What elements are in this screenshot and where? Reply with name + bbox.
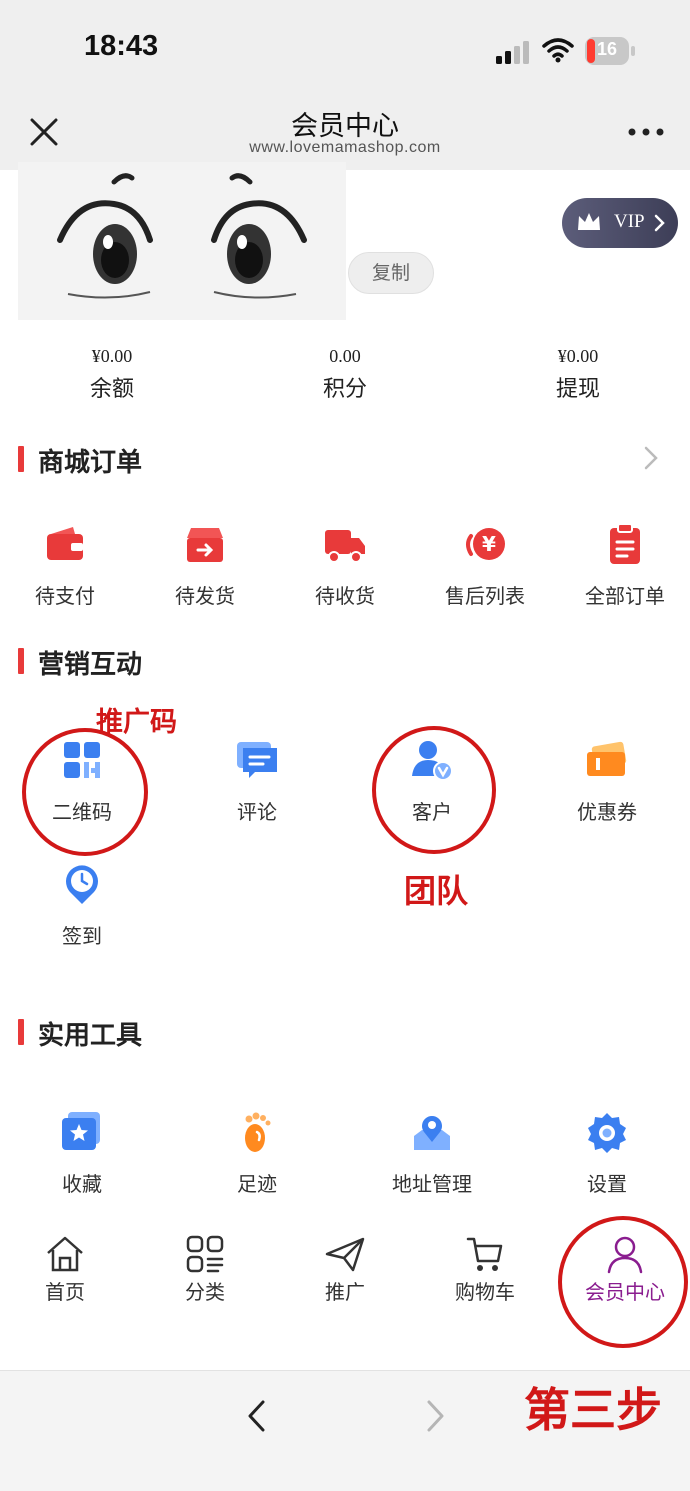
status-time: 18:43 xyxy=(84,30,159,62)
forward-icon[interactable] xyxy=(424,1399,446,1433)
chevron-right-icon xyxy=(654,214,665,232)
address-icon xyxy=(414,1116,450,1150)
page-title: 会员中心 xyxy=(291,111,399,142)
grid-label: 地址管理 xyxy=(392,1172,472,1196)
stat-label: 积分 xyxy=(322,377,367,402)
section-title-text: 实用工具 xyxy=(38,1021,143,1051)
order-after-sales[interactable]: ¥ 售后列表 xyxy=(425,522,545,609)
annotation-circle-member xyxy=(558,1216,688,1348)
vip-label: VIP xyxy=(614,211,645,232)
grid-label: 全部订单 xyxy=(585,584,665,608)
order-pending-shipment[interactable]: 待发货 xyxy=(145,522,265,609)
section-accent-bar xyxy=(18,446,24,472)
battery-icon: 16 xyxy=(585,37,635,65)
stat-withdraw[interactable]: ¥0.00 提现 xyxy=(498,346,658,403)
chevron-right-icon[interactable] xyxy=(642,444,660,472)
cart-icon xyxy=(466,1237,503,1271)
annotation-step-label: 第三步 xyxy=(524,1383,662,1437)
tool-address[interactable]: 地址管理 xyxy=(372,1110,492,1197)
box-icon xyxy=(187,528,223,562)
order-all[interactable]: 全部订单 xyxy=(565,522,685,609)
truck-icon xyxy=(325,530,365,563)
marketing-coupon[interactable]: 优惠券 xyxy=(547,738,667,825)
footprint-icon xyxy=(245,1112,271,1152)
clipboard-icon xyxy=(610,523,640,564)
stat-balance[interactable]: ¥0.00 余额 xyxy=(32,346,192,403)
grid-label: 评论 xyxy=(237,800,277,824)
grid-label: 售后列表 xyxy=(445,584,525,608)
tab-category[interactable]: 分类 xyxy=(150,1226,260,1305)
crown-icon xyxy=(578,213,600,230)
category-icon xyxy=(186,1235,224,1273)
coupon-icon xyxy=(587,741,627,776)
section-accent-bar xyxy=(18,1019,24,1045)
annotation-qr-label: 推广码 xyxy=(96,707,177,738)
stat-value: ¥0.00 xyxy=(557,346,599,366)
annotation-circle-customer xyxy=(372,726,496,854)
status-bar: 18:43 16 xyxy=(0,0,690,100)
page-url: www.lovemamashop.com xyxy=(249,139,441,156)
marketing-check-in[interactable]: 签到 xyxy=(22,862,142,949)
stat-value: ¥0.00 xyxy=(91,346,133,366)
tab-home[interactable]: 首页 xyxy=(10,1226,120,1305)
wallet-icon xyxy=(47,527,83,560)
vip-badge[interactable]: VIP xyxy=(562,198,678,248)
grid-label: 收藏 xyxy=(62,1172,102,1196)
tab-promote[interactable]: 推广 xyxy=(290,1226,400,1305)
nav-bar: 会员中心 www.lovemamashop.com xyxy=(0,100,690,170)
cell-signal-icon xyxy=(496,41,529,64)
tab-cart[interactable]: 购物车 xyxy=(430,1226,540,1305)
stat-label: 余额 xyxy=(89,377,134,402)
tool-settings[interactable]: 设置 xyxy=(547,1110,667,1197)
order-pending-payment[interactable]: 待支付 xyxy=(5,522,125,609)
refund-icon: ¥ xyxy=(466,528,505,560)
section-title-text: 营销互动 xyxy=(38,650,143,680)
stat-points[interactable]: 0.00 积分 xyxy=(265,346,425,403)
tool-favorite[interactable]: 收藏 xyxy=(22,1110,142,1197)
svg-text:¥: ¥ xyxy=(482,532,496,556)
more-icon[interactable] xyxy=(626,122,666,142)
section-title-text: 商城订单 xyxy=(38,448,143,478)
annotation-customer-label: 团队 xyxy=(404,872,469,910)
copy-button[interactable]: 复制 xyxy=(348,252,434,294)
marketing-comment[interactable]: 评论 xyxy=(197,738,317,825)
annotation-circle-qr xyxy=(22,728,148,856)
order-pending-receipt[interactable]: 待收货 xyxy=(285,522,405,609)
avatar[interactable] xyxy=(18,162,346,320)
grid-label: 待支付 xyxy=(35,584,95,608)
paper-plane-icon xyxy=(325,1237,365,1272)
grid-label: 待收货 xyxy=(315,584,375,608)
tab-label: 首页 xyxy=(45,1280,85,1304)
comment-icon xyxy=(237,742,277,778)
grid-label: 签到 xyxy=(62,924,102,948)
stat-value: 0.00 xyxy=(329,346,361,366)
favorite-icon xyxy=(62,1112,100,1150)
grid-label: 足迹 xyxy=(237,1172,277,1196)
tool-footprint[interactable]: 足迹 xyxy=(197,1110,317,1197)
wifi-icon xyxy=(542,38,574,63)
grid-label: 优惠券 xyxy=(577,800,637,824)
stat-label: 提现 xyxy=(555,377,600,402)
section-accent-bar xyxy=(18,648,24,674)
tab-label: 购物车 xyxy=(455,1280,515,1304)
battery-level: 16 xyxy=(596,39,618,59)
home-icon xyxy=(47,1236,83,1272)
settings-icon xyxy=(588,1113,626,1153)
back-icon[interactable] xyxy=(246,1399,268,1433)
anime-eyes-image xyxy=(57,173,307,299)
grid-label: 设置 xyxy=(587,1172,627,1196)
tab-label: 推广 xyxy=(325,1280,365,1304)
tab-label: 分类 xyxy=(185,1280,225,1304)
check-in-icon xyxy=(66,865,98,904)
grid-label: 待发货 xyxy=(175,584,235,608)
